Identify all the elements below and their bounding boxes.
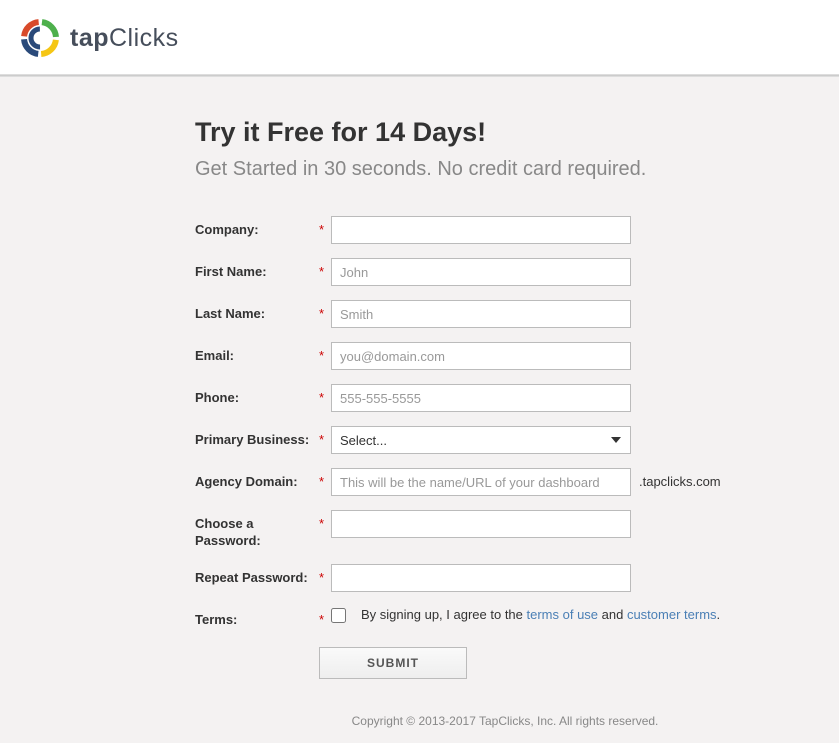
logo-bold: tap bbox=[70, 24, 109, 52]
phone-row: Phone: * bbox=[195, 384, 815, 412]
customer-terms-link[interactable]: customer terms bbox=[627, 607, 717, 622]
terms-middle: and bbox=[598, 607, 627, 622]
phone-label: Phone: bbox=[195, 384, 319, 407]
company-label: Company: bbox=[195, 216, 319, 239]
required-mark: * bbox=[319, 258, 331, 279]
footer-copyright: Copyright © 2013-2017 TapClicks, Inc. Al… bbox=[195, 714, 815, 728]
required-mark: * bbox=[319, 468, 331, 489]
password-row: Choose a Password: * bbox=[195, 510, 815, 550]
header: tapClicks bbox=[0, 0, 839, 74]
terms-text: By signing up, I agree to the terms of u… bbox=[361, 606, 720, 624]
required-mark: * bbox=[319, 300, 331, 321]
phone-input[interactable] bbox=[331, 384, 631, 412]
email-row: Email: * bbox=[195, 342, 815, 370]
business-select[interactable]: Select... bbox=[331, 426, 631, 454]
terms-suffix: . bbox=[717, 607, 721, 622]
page-title: Try it Free for 14 Days! bbox=[195, 117, 815, 148]
domain-row: Agency Domain: * .tapclicks.com bbox=[195, 468, 815, 496]
email-label: Email: bbox=[195, 342, 319, 365]
business-row: Primary Business: * Select... bbox=[195, 426, 815, 454]
required-mark: * bbox=[319, 216, 331, 237]
repeat-password-row: Repeat Password: * bbox=[195, 564, 815, 592]
logo-text: tapClicks bbox=[70, 24, 179, 53]
last-name-label: Last Name: bbox=[195, 300, 319, 323]
password-label: Choose a Password: bbox=[195, 510, 319, 550]
submit-wrap: SUBMIT bbox=[319, 647, 815, 679]
required-mark: * bbox=[319, 564, 331, 585]
tapclicks-logo-icon bbox=[20, 18, 60, 58]
first-name-label: First Name: bbox=[195, 258, 319, 281]
company-input[interactable] bbox=[331, 216, 631, 244]
business-label: Primary Business: bbox=[195, 426, 319, 449]
terms-label: Terms: bbox=[195, 606, 319, 629]
page-subtitle: Get Started in 30 seconds. No credit car… bbox=[195, 158, 815, 181]
company-row: Company: * bbox=[195, 216, 815, 244]
terms-prefix: By signing up, I agree to the bbox=[361, 607, 527, 622]
required-mark: * bbox=[319, 384, 331, 405]
domain-input[interactable] bbox=[331, 468, 631, 496]
email-input[interactable] bbox=[331, 342, 631, 370]
first-name-row: First Name: * bbox=[195, 258, 815, 286]
logo: tapClicks bbox=[20, 18, 179, 58]
submit-button[interactable]: SUBMIT bbox=[319, 647, 467, 679]
terms-row: Terms: * By signing up, I agree to the t… bbox=[195, 606, 815, 629]
domain-label: Agency Domain: bbox=[195, 468, 319, 491]
terms-checkbox[interactable] bbox=[331, 608, 346, 623]
password-input[interactable] bbox=[331, 510, 631, 538]
domain-suffix: .tapclicks.com bbox=[639, 468, 721, 489]
form-container: Try it Free for 14 Days! Get Started in … bbox=[195, 117, 815, 728]
required-mark: * bbox=[319, 342, 331, 363]
logo-light: Clicks bbox=[109, 24, 179, 52]
required-mark: * bbox=[319, 510, 331, 531]
content-area: Try it Free for 14 Days! Get Started in … bbox=[0, 77, 839, 743]
terms-of-use-link[interactable]: terms of use bbox=[527, 607, 599, 622]
required-mark: * bbox=[319, 606, 331, 627]
last-name-input[interactable] bbox=[331, 300, 631, 328]
first-name-input[interactable] bbox=[331, 258, 631, 286]
repeat-password-input[interactable] bbox=[331, 564, 631, 592]
repeat-password-label: Repeat Password: bbox=[195, 564, 319, 587]
last-name-row: Last Name: * bbox=[195, 300, 815, 328]
required-mark: * bbox=[319, 426, 331, 447]
